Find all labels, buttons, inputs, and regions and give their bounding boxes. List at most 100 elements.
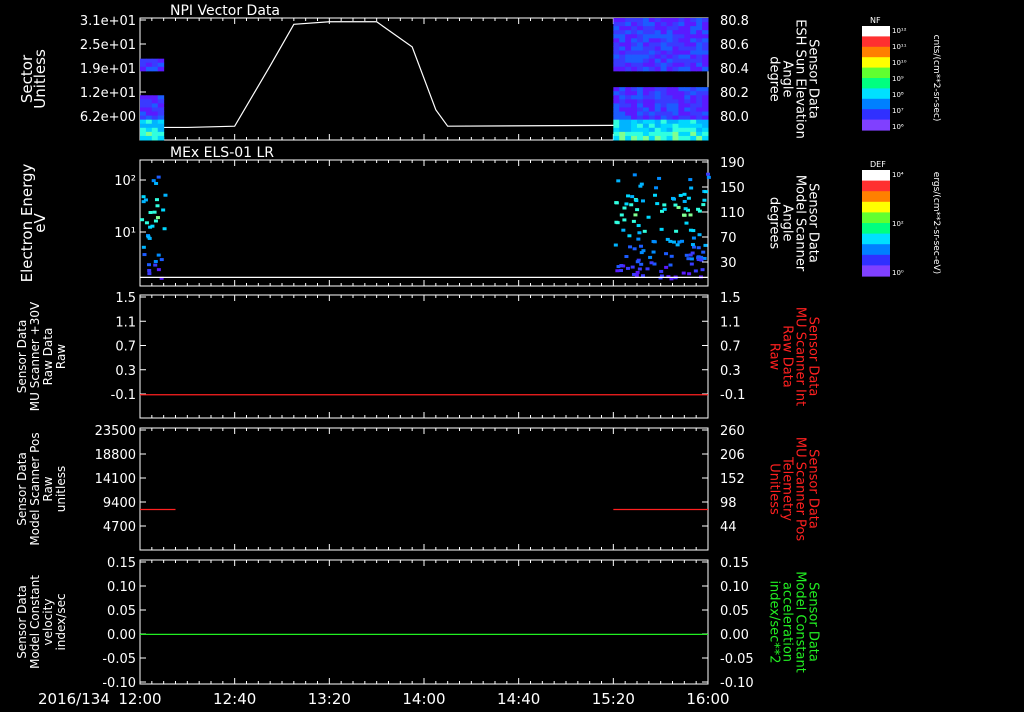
heatmap-cell — [672, 131, 679, 137]
heatmap-cell — [642, 135, 650, 141]
heatmap-cell — [613, 95, 620, 100]
right-tick-label: 260 — [720, 424, 745, 439]
heatmap-cell — [681, 271, 686, 275]
colorbar-swatch — [862, 127, 890, 131]
heatmap-cell — [145, 62, 153, 68]
heatmap-cell — [654, 46, 662, 52]
heatmap-cell — [669, 254, 674, 258]
heatmap-cell — [660, 91, 668, 96]
heatmap-cell — [696, 58, 703, 64]
heatmap-cell — [648, 22, 656, 27]
heatmap-cell — [660, 42, 668, 47]
heatmap-cell — [660, 131, 668, 137]
panel-velocity: 0.15 0.10 0.05 0.00 -0.05 -0.10 0.15 0.10 0.05 0.… — [15, 556, 821, 691]
heatmap-cell — [654, 115, 662, 121]
heatmap-cell — [642, 119, 650, 125]
right-tick-label: 30 — [720, 256, 737, 271]
heatmap-cell — [637, 30, 644, 35]
heatmap-cell — [672, 95, 679, 100]
heatmap-cell — [677, 240, 682, 244]
heatmap-cell — [635, 270, 640, 274]
heatmap-cell — [660, 66, 668, 72]
heatmap-cell — [660, 107, 668, 113]
heatmap-cell — [702, 111, 709, 117]
heatmap-cell — [633, 213, 638, 217]
heatmap-cell — [613, 111, 620, 117]
heatmap-cell — [696, 50, 703, 56]
heatmap-cell — [653, 193, 658, 197]
colorbar-title: NF — [870, 16, 881, 25]
heatmap-cell — [642, 127, 650, 133]
heatmap-cell — [145, 111, 153, 117]
heatmap-cell — [613, 99, 620, 104]
heatmap-cell — [666, 111, 673, 117]
heatmap-cell — [619, 127, 626, 133]
heatmap-cell — [666, 107, 673, 113]
heatmap-cell — [140, 107, 147, 113]
heatmap-cell — [619, 103, 626, 108]
heatmap-cell — [668, 239, 673, 243]
heatmap-cell — [690, 135, 697, 141]
heatmap-cell — [660, 26, 668, 31]
heatmap-cell — [666, 115, 673, 121]
heatmap-cell — [660, 87, 668, 92]
heatmap-cell — [619, 115, 626, 121]
heatmap-cell — [672, 107, 679, 113]
heatmap-cell — [654, 119, 662, 125]
left-tick-label: 4700 — [103, 520, 136, 535]
heatmap-cell — [642, 26, 650, 31]
heatmap-cell — [660, 103, 668, 108]
heatmap-cell — [642, 103, 650, 108]
heatmap-cell — [666, 50, 673, 56]
heatmap-cell — [619, 66, 626, 72]
heatmap-cell — [619, 54, 626, 60]
heatmap-cell — [702, 103, 709, 108]
colorbar-tick-label: 10¹⁰ — [892, 59, 907, 67]
heatmap-cell — [648, 255, 653, 259]
heatmap-cell — [613, 123, 620, 129]
heatmap-cell — [157, 58, 165, 64]
left-axis-label-line: Sensor Data — [15, 585, 29, 659]
heatmap-cell — [637, 267, 642, 271]
heatmap-cell — [637, 54, 644, 60]
left-axis-label: Sensor DataModel Scanner PosRawunitless — [15, 432, 68, 545]
heatmap-cell — [637, 46, 644, 52]
heatmap-cell — [140, 58, 147, 64]
heatmap-cell — [625, 99, 632, 104]
heatmap-cell — [654, 111, 662, 117]
heatmap-cell — [672, 46, 679, 52]
heatmap-cell — [631, 22, 638, 27]
heatmap-cell — [648, 30, 656, 35]
heatmap-cell — [641, 249, 646, 253]
left-tick-label: 0.00 — [107, 628, 136, 643]
heatmap-cell — [681, 213, 686, 217]
right-tick-label: 80.4 — [720, 62, 749, 77]
left-tick-label: -0.10 — [102, 676, 136, 691]
heatmap-cell — [659, 269, 664, 273]
heatmap-cell — [636, 224, 641, 228]
heatmap-cell — [654, 95, 662, 100]
right-axis-label: Sensor DataMU Scanner IntRaw DataRaw — [767, 307, 821, 406]
heatmap-cell — [654, 135, 662, 141]
series-els-heatmap — [140, 172, 711, 281]
heatmap-cell — [613, 135, 620, 141]
heatmap-cell — [690, 99, 697, 104]
heatmap-cell — [156, 175, 161, 179]
heatmap-cell — [151, 135, 159, 141]
heatmap-cell — [635, 260, 640, 264]
heatmap-cell — [672, 42, 679, 47]
heatmap-cell — [648, 115, 656, 121]
heatmap-cell — [624, 202, 629, 206]
heatmap-cell — [140, 123, 147, 129]
right-tick-label: -0.05 — [720, 652, 754, 667]
heatmap-cell — [625, 66, 632, 72]
heatmap-cell — [145, 123, 153, 129]
left-axis-label: Sensor DataModel Constantvelocityindex/s… — [15, 575, 68, 669]
heatmap-cell — [666, 131, 673, 137]
heatmap-cell — [140, 131, 147, 137]
heatmap-cell — [646, 215, 651, 219]
heatmap-cell — [690, 107, 697, 113]
heatmap-cell — [140, 99, 147, 104]
heatmap-cell — [625, 95, 632, 100]
heatmap-cell — [151, 115, 159, 121]
